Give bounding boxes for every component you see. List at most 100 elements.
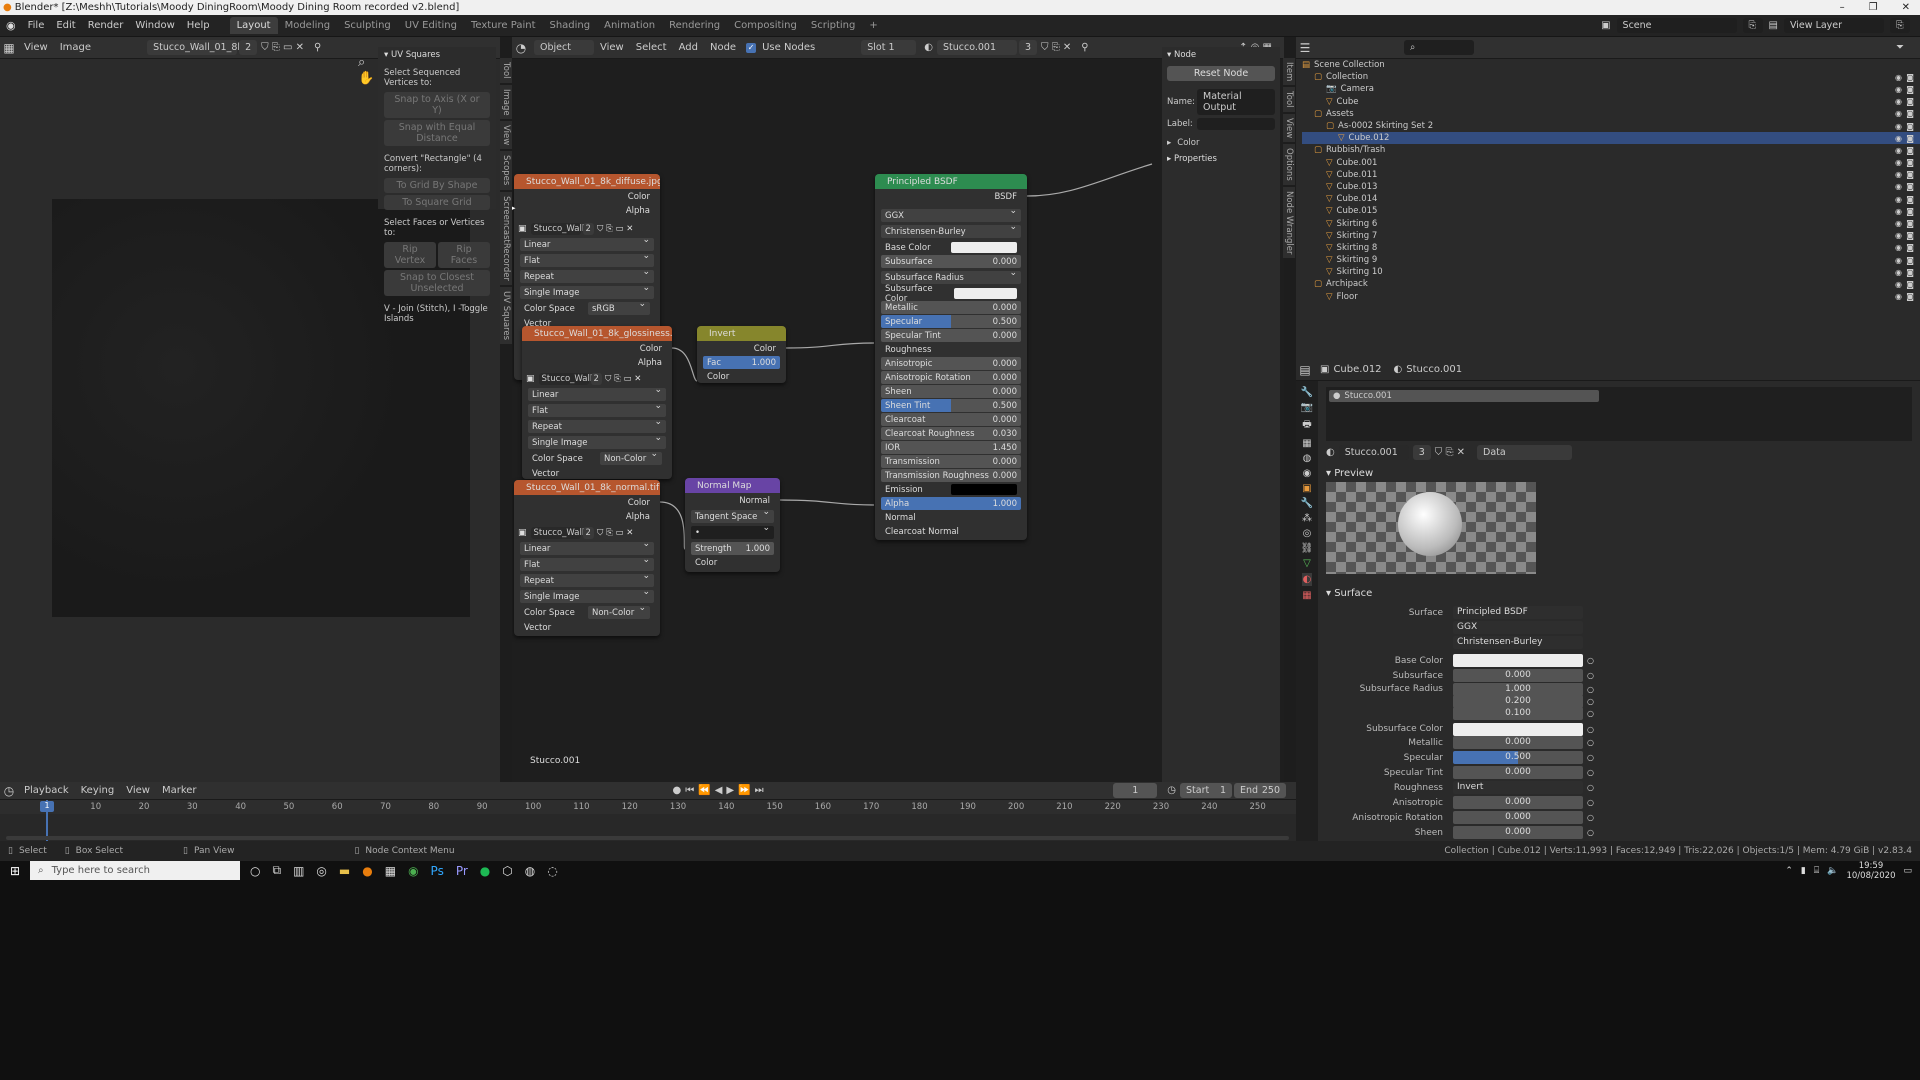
workspace-tab--[interactable]: + xyxy=(862,17,884,34)
image-users[interactable]: 2 xyxy=(239,40,258,55)
workspace-tab-compositing[interactable]: Compositing xyxy=(727,17,804,34)
bsdf-emission-input[interactable]: Emission xyxy=(881,483,1021,496)
outliner-row[interactable]: ▢ Rubbish/Trash ◉ ◙ xyxy=(1302,144,1920,156)
editor-type-icon[interactable]: ◔ xyxy=(512,39,530,57)
pin-icon[interactable]: ⚲ xyxy=(1081,42,1088,53)
object-type-dropdown[interactable]: Object xyxy=(534,40,594,55)
material-data-actions-icon[interactable]: ⛉ ⎘ ✕ xyxy=(1435,447,1465,458)
view-layer-tab-icon[interactable]: ▦ xyxy=(1302,438,1311,449)
workspace-tab-rendering[interactable]: Rendering xyxy=(662,17,727,34)
prop-value[interactable]: 0.000 xyxy=(1453,736,1583,749)
normal-map-space[interactable]: Tangent Space xyxy=(691,507,774,523)
windows-start-icon[interactable]: ⊞ xyxy=(0,862,30,880)
bsdf-transmission-slider[interactable]: Transmission 0.000 xyxy=(881,455,1021,468)
render-camera-icon[interactable]: ◙ xyxy=(1906,109,1914,118)
node-name-field[interactable]: Material Output xyxy=(1197,89,1275,115)
node-label-field[interactable] xyxy=(1197,118,1275,130)
socket-dot-icon[interactable]: ○ xyxy=(1587,697,1594,706)
socket-dot-icon[interactable]: ○ xyxy=(1587,725,1594,734)
normal-texture-node[interactable]: Stucco_Wall_01_8k_normal.tif Color Alpha… xyxy=(514,480,660,636)
invert-node-title[interactable]: Invert xyxy=(697,326,786,341)
image-sidebar-tab-scopes[interactable]: Scopes xyxy=(500,151,512,190)
gloss-interp[interactable]: Linear xyxy=(528,385,666,401)
diffuse-ext[interactable]: Repeat xyxy=(520,267,654,283)
node-sidebar-tab-node-wrangler[interactable]: Node Wrangler xyxy=(1283,186,1295,259)
socket-dot-icon[interactable]: ○ xyxy=(1587,671,1594,680)
visibility-eye-icon[interactable]: ◉ xyxy=(1895,158,1902,167)
render-camera-icon[interactable]: ◙ xyxy=(1906,85,1914,94)
normal-map-strength[interactable]: Strength 1.000 xyxy=(691,542,774,555)
image-sidebar-tab-image[interactable]: Image xyxy=(500,84,512,120)
surface-shader-field[interactable]: Principled BSDF xyxy=(1453,606,1583,619)
blender-app-icon[interactable]: ● xyxy=(362,864,372,878)
outliner-row[interactable]: ▽ Skirting 10 ◉ ◙ xyxy=(1302,266,1920,278)
visibility-eye-icon[interactable]: ◉ xyxy=(1895,207,1902,216)
image-name-field[interactable]: Stucco_Wall_01_8k... xyxy=(147,40,252,55)
normal-tex-node-title[interactable]: Stucco_Wall_01_8k_normal.tif xyxy=(514,480,660,495)
workspace-tab-texture-paint[interactable]: Texture Paint xyxy=(464,17,543,34)
app-icon-4[interactable]: ◌ xyxy=(547,864,557,878)
node-sidebar-tab-view[interactable]: View xyxy=(1283,113,1295,143)
render-camera-icon[interactable]: ◙ xyxy=(1906,182,1914,191)
color-swatch[interactable] xyxy=(951,484,1017,495)
socket-dot-icon[interactable]: ○ xyxy=(1587,685,1594,694)
render-camera-icon[interactable]: ◙ xyxy=(1906,243,1914,252)
bsdf-clearcoat-slider[interactable]: Clearcoat 0.000 xyxy=(881,413,1021,426)
prop-value[interactable]: 0.000 xyxy=(1453,796,1583,809)
image-actions-icon[interactable]: ⛉ ⎘ ▭ ✕ xyxy=(597,224,633,234)
visibility-eye-icon[interactable]: ◉ xyxy=(1895,146,1902,155)
editor-type-icon[interactable]: ▦ xyxy=(0,39,18,57)
outliner-row[interactable]: ▽ Cube.014 ◉ ◙ xyxy=(1302,193,1920,205)
prev-key-icon[interactable]: ⏪ xyxy=(698,785,710,796)
workspace-tab-layout[interactable]: Layout xyxy=(229,17,278,34)
gloss-src[interactable]: Single Image xyxy=(528,433,666,449)
visibility-eye-icon[interactable]: ◉ xyxy=(1895,231,1902,240)
normal-tex-ext[interactable]: Repeat xyxy=(520,571,654,587)
blender-menu-icon[interactable]: ◉ xyxy=(0,19,22,32)
outliner-row[interactable]: ▽ Skirting 7 ◉ ◙ xyxy=(1302,230,1920,242)
outliner-type-icon[interactable]: ☰ xyxy=(1296,39,1314,57)
preview-panel[interactable]: ▾ Preview xyxy=(1326,468,1912,479)
workspace-tab-modeling[interactable]: Modeling xyxy=(278,17,338,34)
scene-icon[interactable]: ▣ xyxy=(1601,20,1610,31)
world-tab-icon[interactable]: ◉ xyxy=(1303,468,1312,479)
snap-axis-button[interactable]: Snap to Axis (X or Y) xyxy=(384,92,490,118)
node-menu-view[interactable]: View xyxy=(594,42,630,53)
diffuse-src[interactable]: Single Image xyxy=(520,283,654,299)
outliner-row[interactable]: ▢ As-0002 Skirting Set 2 ◉ ◙ xyxy=(1302,120,1920,132)
view-layer-field[interactable]: View Layer xyxy=(1784,18,1884,33)
render-camera-icon[interactable]: ◙ xyxy=(1906,292,1914,301)
bsdf-subsurface-slider[interactable]: Subsurface 0.000 xyxy=(881,255,1021,268)
diffuse-interp[interactable]: Linear xyxy=(520,235,654,251)
next-key-icon[interactable]: ⏩ xyxy=(738,785,750,796)
image-menu-image[interactable]: Image xyxy=(54,42,97,53)
node-menu-select[interactable]: Select xyxy=(630,42,673,53)
render-camera-icon[interactable]: ◙ xyxy=(1906,256,1914,265)
invert-fac-slider[interactable]: Fac 1.000 xyxy=(703,356,780,369)
render-camera-icon[interactable]: ◙ xyxy=(1906,122,1914,131)
outliner-row[interactable]: ▽ Skirting 9 ◉ ◙ xyxy=(1302,254,1920,266)
gloss-ext[interactable]: Repeat xyxy=(528,417,666,433)
visibility-eye-icon[interactable]: ◉ xyxy=(1895,97,1902,106)
reset-node-button[interactable]: Reset Node xyxy=(1167,66,1275,81)
uv-map-dropdown[interactable]: • xyxy=(691,523,774,539)
principled-bsdf-node[interactable]: Principled BSDF BSDF GGX Christensen-Bur… xyxy=(875,174,1027,540)
notifications-icon[interactable]: ▭ xyxy=(1903,866,1912,876)
timeline-menu-playback[interactable]: Playback xyxy=(18,785,75,796)
timeline-type-icon[interactable]: ◷ xyxy=(0,782,18,800)
start-frame[interactable]: Start 1 xyxy=(1180,783,1232,798)
gloss-texture-node[interactable]: Stucco_Wall_01_8k_glossiness.jpg Color A… xyxy=(522,326,672,479)
end-frame[interactable]: End 250 xyxy=(1234,783,1286,798)
snap-equal-button[interactable]: Snap with Equal Distance xyxy=(384,120,490,146)
outliner-row[interactable]: ▽ Skirting 6 ◉ ◙ xyxy=(1302,217,1920,229)
outliner-search[interactable]: ⌕ xyxy=(1404,40,1474,55)
jump-end-icon[interactable]: ⏭ xyxy=(755,785,764,796)
bsdf-distribution[interactable]: GGX xyxy=(881,206,1021,222)
render-camera-icon[interactable]: ◙ xyxy=(1906,207,1914,216)
properties-subpanel[interactable]: ▸ Properties xyxy=(1167,154,1275,164)
workspace-tab-uv-editing[interactable]: UV Editing xyxy=(398,17,464,34)
node-sidebar-tab-tool[interactable]: Tool xyxy=(1283,87,1295,112)
node-panel-title[interactable]: ▾ Node xyxy=(1167,50,1275,60)
visibility-eye-icon[interactable]: ◉ xyxy=(1895,170,1902,179)
workspace-tab-sculpting[interactable]: Sculpting xyxy=(337,17,398,34)
